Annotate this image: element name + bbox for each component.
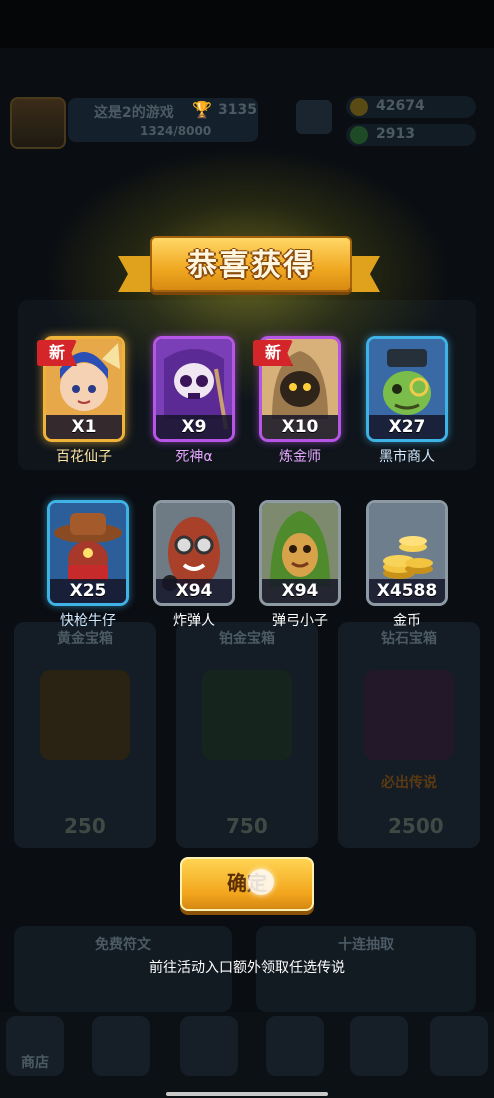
- gem-amount: 2913: [376, 126, 415, 142]
- reward-card: X25: [47, 500, 129, 606]
- trophy-icon: 🏆: [192, 100, 212, 119]
- reward-quantity: X9: [156, 415, 232, 439]
- chest-badge: 必出传说: [381, 775, 437, 791]
- reward-quantity: X27: [369, 415, 445, 439]
- gold-chest-card: 黄金宝箱 250: [14, 622, 156, 848]
- gem-counter: 2913: [346, 124, 476, 146]
- nav-tab-2: [92, 1016, 150, 1076]
- player-name: 这是2的游戏: [94, 105, 174, 121]
- nav-tab-3: [180, 1016, 238, 1076]
- free-rune-label: 免费符文: [95, 937, 151, 953]
- reward-card: X27: [366, 336, 448, 442]
- reward-quantity: X94: [262, 579, 338, 603]
- reward-item-alchemist: X10 新 炼金师: [253, 336, 341, 465]
- reward-item-black-market-merchant: X27 黑市商人: [366, 336, 448, 465]
- coin-counter: 42674: [346, 96, 476, 118]
- reward-item-slingshot-kid: X94 弹弓小子: [259, 500, 341, 629]
- player-info-bar: 这是2的游戏 🏆 3135 1324/8000: [68, 98, 258, 142]
- reward-quantity: X10: [262, 415, 338, 439]
- exp-progress: 1324/8000: [140, 124, 212, 138]
- reward-name: 炼金师: [279, 449, 321, 465]
- player-avatar: [10, 97, 66, 149]
- gem-icon: [350, 126, 368, 144]
- reward-item-gold-coins: X4588 金币: [366, 500, 448, 629]
- new-badge: 新: [253, 340, 293, 366]
- popup-title: 恭喜获得: [187, 248, 315, 283]
- chest-label: 黄金宝箱: [57, 631, 113, 647]
- menu-button: [296, 100, 332, 134]
- reward-quantity: X4588: [369, 579, 445, 603]
- reward-name: 炸弹人: [173, 613, 215, 629]
- reward-name: 快枪牛仔: [60, 613, 116, 629]
- chest-price: 2500: [388, 814, 444, 838]
- confirm-button[interactable]: 确定: [180, 857, 314, 911]
- diamond-chest-card: 钻石宝箱 必出传说 2500: [338, 622, 480, 848]
- reward-card: X9: [153, 336, 235, 442]
- trophy-count: 3135: [218, 102, 257, 118]
- bottom-nav: [0, 1012, 494, 1098]
- reward-name: 弹弓小子: [272, 613, 328, 629]
- reward-name: 死神α: [175, 449, 213, 465]
- reward-quantity: X1: [46, 415, 122, 439]
- chest-icon: [40, 670, 130, 760]
- reward-item-bomber: X94 炸弹人: [153, 500, 235, 629]
- nav-tab-5: [350, 1016, 408, 1076]
- chest-label: 铂金宝箱: [219, 631, 275, 647]
- reward-card: X4588: [366, 500, 448, 606]
- ten-draw-label: 十连抽取: [338, 937, 394, 953]
- reward-card: X94: [259, 500, 341, 606]
- reward-name: 百花仙子: [56, 449, 112, 465]
- new-badge: 新: [37, 340, 77, 366]
- reward-quantity: X94: [156, 579, 232, 603]
- nav-tab-shop: 商店: [6, 1016, 64, 1076]
- chest-icon: [364, 670, 454, 760]
- reward-quantity: X25: [50, 579, 126, 603]
- chest-price: 250: [64, 814, 106, 838]
- home-indicator[interactable]: [166, 1092, 328, 1096]
- coin-icon: [350, 98, 368, 116]
- reward-item-cowboy: X25 快枪牛仔: [47, 500, 129, 629]
- title-banner: 恭喜获得: [118, 232, 380, 300]
- legend-hint-text: 前往活动入口额外领取任选传说: [149, 960, 345, 976]
- chest-label: 钻石宝箱: [381, 631, 437, 647]
- coin-amount: 42674: [376, 98, 425, 114]
- reward-name: 黑市商人: [379, 449, 435, 465]
- platinum-chest-card: 铂金宝箱 750: [176, 622, 318, 848]
- touch-indicator: [248, 869, 274, 895]
- nav-tab-label: 商店: [21, 1055, 49, 1071]
- reward-item-flower-fairy: X1 新 百花仙子: [37, 336, 125, 465]
- reward-name: 金币: [393, 613, 421, 629]
- nav-tab-6: [430, 1016, 488, 1076]
- chest-price: 750: [226, 814, 268, 838]
- chest-icon: [202, 670, 292, 760]
- status-bar: [0, 0, 494, 48]
- reward-card: X94: [153, 500, 235, 606]
- reward-item-reaper: X9 死神α: [153, 336, 235, 465]
- nav-tab-4: [266, 1016, 324, 1076]
